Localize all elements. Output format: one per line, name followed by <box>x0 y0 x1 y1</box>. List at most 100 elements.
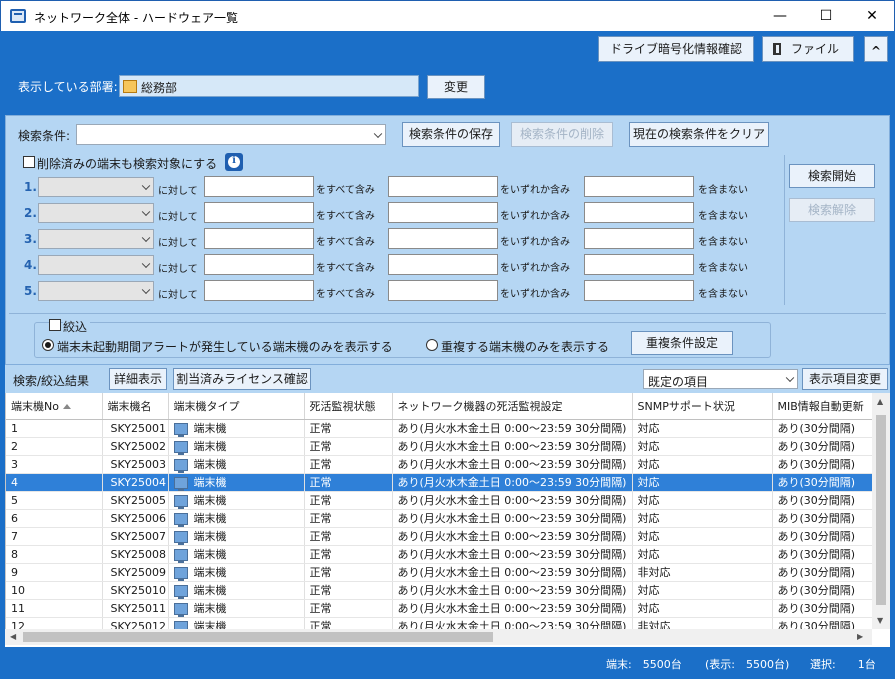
excludes-input[interactable] <box>584 228 694 249</box>
column-header-alive-status[interactable]: 死活監視状態 <box>304 393 393 420</box>
table-row[interactable]: 12 SKY25012 端末機 正常 あり(月火水木金土日 0:00～23:59 30分… <box>6 617 872 629</box>
cell-no: 6 <box>6 509 103 528</box>
column-header-no[interactable]: 端末機No <box>6 393 103 420</box>
vertical-scroll-thumb[interactable] <box>876 415 886 605</box>
clear-search-button[interactable]: 現在の検索条件をクリア <box>629 122 769 147</box>
excludes-input[interactable] <box>584 280 694 301</box>
minimize-button[interactable]: — <box>757 1 803 31</box>
change-department-button[interactable]: 変更 <box>427 75 485 99</box>
chevron-down-icon <box>141 285 151 295</box>
table-row[interactable]: 7 SKY25007 端末機 正常 あり(月火水木金土日 0:00～23:59 30分間… <box>6 527 872 546</box>
table-row[interactable]: 10 SKY25010 端末機 正常 あり(月火水木金土日 0:00～23:59 30分… <box>6 581 872 600</box>
condition-against-label: に対して <box>158 186 198 197</box>
monitor-icon <box>173 477 188 490</box>
cell-alive-status: 正常 <box>304 563 393 582</box>
filter-separator <box>9 313 886 314</box>
file-menu-button[interactable]: ファイル <box>762 36 854 62</box>
table-row[interactable]: 8 SKY25008 端末機 正常 あり(月火水木金土日 0:00～23:59 30分間… <box>6 545 872 564</box>
column-header-snmp[interactable]: SNMPサポート状況 <box>632 393 773 420</box>
table-row[interactable]: 4 SKY25004 端末機 正常 あり(月火水木金土日 0:00～23:59 30分間… <box>6 473 872 492</box>
include-deleted-checkbox[interactable] <box>23 156 35 168</box>
selected-count: 選択: 1台 <box>810 658 876 671</box>
table-row[interactable]: 1 SKY25001 端末機 正常 あり(月火水木金土日 0:00～23:59 30分間… <box>6 419 872 438</box>
alert-only-radio[interactable] <box>42 339 54 351</box>
contains-any-input[interactable] <box>388 202 498 223</box>
cell-mib: あり(30分間隔) <box>772 527 872 546</box>
collapse-button[interactable]: ^ <box>864 36 888 62</box>
table-row[interactable]: 3 SKY25003 端末機 正常 あり(月火水木金土日 0:00～23:59 30分間… <box>6 455 872 474</box>
drive-encryption-button[interactable]: ドライブ暗号化情報確認 <box>598 36 754 62</box>
contains-any-input[interactable] <box>388 176 498 197</box>
condition-against-label: に対して <box>158 290 198 301</box>
table-row[interactable]: 11 SKY25011 端末機 正常 あり(月火水木金土日 0:00～23:59 30分… <box>6 599 872 618</box>
table-row[interactable]: 5 SKY25005 端末機 正常 あり(月火水木金土日 0:00～23:59 30分間… <box>6 491 872 510</box>
contains-all-input[interactable] <box>204 202 314 223</box>
column-header-network-monitoring[interactable]: ネットワーク機器の死活監視設定 <box>392 393 633 420</box>
maximize-button[interactable]: ☐ <box>803 1 849 31</box>
cell-no: 2 <box>6 437 103 456</box>
contains-any-input[interactable] <box>388 228 498 249</box>
scroll-up-icon[interactable]: ▲ <box>877 397 883 406</box>
delete-search-button[interactable]: 検索条件の削除 <box>511 122 613 147</box>
monitor-icon <box>173 495 188 508</box>
cell-mib: あり(30分間隔) <box>772 509 872 528</box>
contains-all-input[interactable] <box>204 176 314 197</box>
column-header-mib[interactable]: MIB情報自動更新 <box>772 393 872 420</box>
details-button[interactable]: 詳細表示 <box>109 368 167 390</box>
display-items-select[interactable]: 既定の項目 <box>643 369 798 389</box>
contains-any-input[interactable] <box>388 280 498 301</box>
cell-type: 端末機 <box>168 473 305 492</box>
column-header-name[interactable]: 端末機名 <box>102 393 169 420</box>
horizontal-scrollbar[interactable]: ◀ ▶ <box>5 629 872 645</box>
info-icon[interactable]: i <box>225 153 243 171</box>
scroll-down-icon[interactable]: ▼ <box>877 616 883 625</box>
cell-type: 端末機 <box>168 599 305 618</box>
cell-type: 端末機 <box>168 581 305 600</box>
horizontal-scroll-thumb[interactable] <box>23 632 493 642</box>
cell-network-monitoring: あり(月火水木金土日 0:00～23:59 30分間隔) <box>392 581 633 600</box>
cell-no: 1 <box>6 419 103 438</box>
cell-snmp: 非対応 <box>632 617 773 629</box>
cell-alive-status: 正常 <box>304 473 393 492</box>
save-search-button[interactable]: 検索条件の保存 <box>402 122 500 147</box>
cell-name: SKY25006 <box>102 509 169 528</box>
condition-row-number: 4. <box>24 258 37 272</box>
cell-mib: あり(30分間隔) <box>772 599 872 618</box>
excludes-label: を含まない <box>698 289 748 300</box>
excludes-input[interactable] <box>584 176 694 197</box>
scroll-right-icon[interactable]: ▶ <box>857 632 863 641</box>
condition-field-select[interactable] <box>38 229 154 249</box>
table-row[interactable]: 6 SKY25006 端末機 正常 あり(月火水木金土日 0:00～23:59 30分間… <box>6 509 872 528</box>
condition-field-select[interactable] <box>38 203 154 223</box>
column-header-type[interactable]: 端末機タイプ <box>168 393 305 420</box>
condition-field-select[interactable] <box>38 255 154 275</box>
vertical-scrollbar[interactable]: ▲ ▼ <box>872 393 890 629</box>
contains-all-input[interactable] <box>204 228 314 249</box>
table-row[interactable]: 2 SKY25002 端末機 正常 あり(月火水木金土日 0:00～23:59 30分間… <box>6 437 872 456</box>
excludes-input[interactable] <box>584 254 694 275</box>
cell-type-label: 端末機 <box>193 584 227 597</box>
cell-no: 4 <box>6 473 103 492</box>
duplicate-settings-button[interactable]: 重複条件設定 <box>631 331 733 355</box>
condition-field-select[interactable] <box>38 281 154 301</box>
search-condition-select[interactable] <box>76 124 386 145</box>
contains-any-input[interactable] <box>388 254 498 275</box>
cell-type: 端末機 <box>168 509 305 528</box>
filter-checkbox[interactable] <box>49 319 61 331</box>
search-start-button[interactable]: 検索開始 <box>789 164 875 188</box>
change-display-items-button[interactable]: 表示項目変更 <box>802 368 888 390</box>
contains-all-input[interactable] <box>204 254 314 275</box>
excludes-input[interactable] <box>584 202 694 223</box>
cell-mib: あり(30分間隔) <box>772 473 872 492</box>
license-check-button[interactable]: 割当済みライセンス確認 <box>173 368 311 390</box>
scroll-left-icon[interactable]: ◀ <box>10 632 16 641</box>
duplicate-only-radio[interactable] <box>426 339 438 351</box>
condition-field-select[interactable] <box>38 177 154 197</box>
cell-name: SKY25005 <box>102 491 169 510</box>
table-row[interactable]: 9 SKY25009 端末機 正常 あり(月火水木金土日 0:00～23:59 30分間… <box>6 563 872 582</box>
chevron-up-icon: ^ <box>870 44 882 58</box>
contains-all-input[interactable] <box>204 280 314 301</box>
search-cancel-button[interactable]: 検索解除 <box>789 198 875 222</box>
table-header: 端末機No 端末機名 端末機タイプ 死活監視状態 ネットワーク機器の死活監視設定… <box>6 393 872 420</box>
close-button[interactable]: ✕ <box>849 1 895 31</box>
